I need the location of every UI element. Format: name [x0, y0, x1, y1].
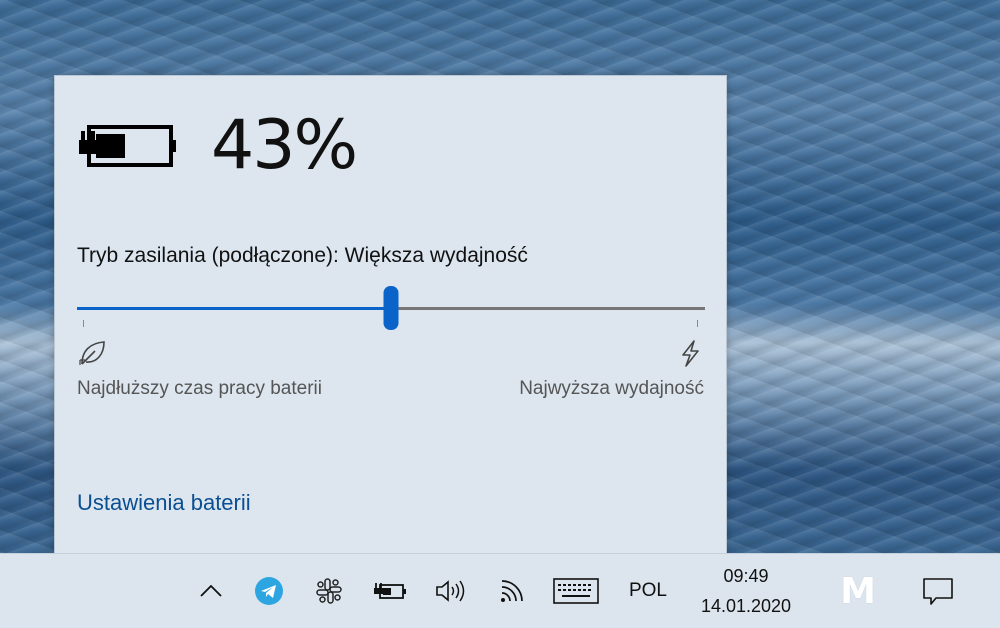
chevron-up-icon [200, 584, 222, 597]
show-hidden-icons-button[interactable] [192, 554, 230, 628]
slider-tick-end [697, 320, 698, 327]
wifi-icon [501, 580, 523, 602]
leaf-icon [79, 341, 105, 365]
power-mode-label: Tryb zasilania (podłączone): Większa wyd… [77, 244, 528, 267]
keyboard-icon [553, 578, 599, 604]
action-center-button[interactable] [914, 554, 962, 628]
clock-date: 14.01.2020 [700, 596, 792, 616]
clock-button[interactable]: 09:49 14.01.2020 [686, 554, 806, 628]
slider-thumb[interactable] [383, 286, 399, 330]
brand-logo-mark: M [840, 570, 876, 612]
power-mode-slider[interactable] [77, 286, 705, 334]
volume-tray-button[interactable] [430, 554, 470, 628]
battery-icon [374, 583, 406, 599]
input-language-button[interactable]: POL [620, 554, 676, 628]
clock-time: 09:49 [723, 566, 769, 586]
telegram-tray-button[interactable] [250, 554, 288, 628]
battery-settings-link[interactable]: Ustawienia baterii [77, 490, 251, 516]
battery-status-row [77, 110, 177, 180]
touch-keyboard-button[interactable] [550, 554, 602, 628]
slack-icon [316, 578, 342, 604]
slider-right-label: Najwyższa wydajność [519, 378, 704, 399]
volume-icon [436, 580, 465, 602]
battery-percentage: 43% [211, 106, 358, 185]
battery-charging-icon [79, 125, 176, 167]
network-tray-button[interactable] [494, 554, 530, 628]
brand-logo: M [830, 554, 886, 628]
lightning-icon [682, 340, 699, 367]
battery-flyout: 43% Tryb zasilania (podłączone): Większa… [54, 75, 727, 555]
battery-tray-button[interactable] [370, 554, 410, 628]
taskbar: POL 09:49 14.01.2020 M [0, 553, 1000, 628]
slack-tray-button[interactable] [310, 554, 348, 628]
slider-track-fill [77, 307, 391, 310]
telegram-icon [255, 577, 283, 605]
action-center-icon [923, 578, 953, 605]
slider-left-label: Najdłuższy czas pracy baterii [77, 378, 322, 399]
slider-tick-start [83, 320, 84, 327]
